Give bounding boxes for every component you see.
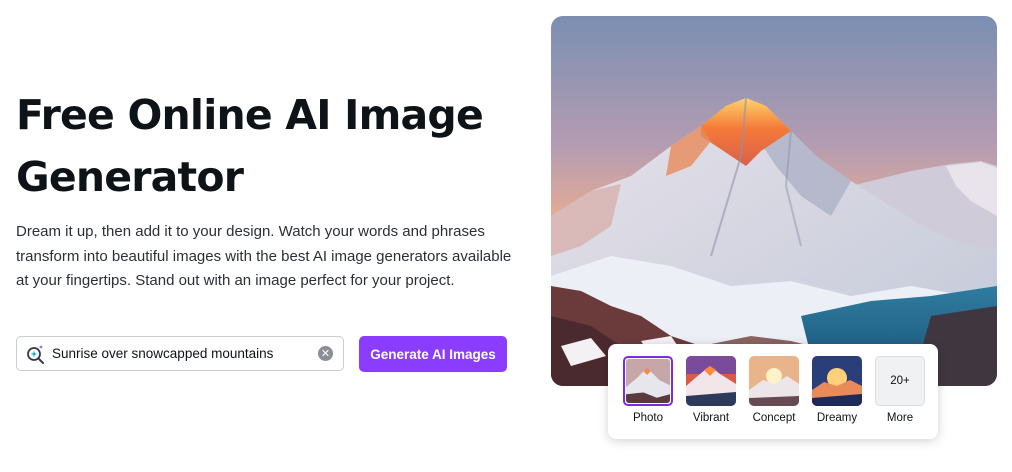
style-label-more: More [886, 412, 914, 424]
style-option-vibrant[interactable]: Vibrant [684, 356, 738, 424]
vibrant-style-thumbnail [686, 356, 736, 406]
magic-search-icon [27, 344, 44, 364]
style-option-more[interactable]: 20+ More [873, 356, 927, 424]
style-label-dreamy: Dreamy [816, 412, 858, 424]
style-label-concept: Concept [752, 412, 796, 424]
concept-style-thumbnail [749, 356, 799, 406]
hero-mountain-image [551, 16, 997, 386]
generate-ai-images-button[interactable]: Generate AI Images [359, 336, 507, 372]
prompt-input[interactable] [52, 346, 318, 361]
more-styles-count: 20+ [875, 356, 925, 406]
dreamy-style-thumbnail [812, 356, 862, 406]
style-option-dreamy[interactable]: Dreamy [810, 356, 864, 424]
clear-circle-icon[interactable]: ✕ [318, 346, 333, 361]
hero-description: Dream it up, then add it to your design.… [16, 223, 512, 289]
style-picker: Photo Vibrant Concept Dreamy 20+ More [608, 344, 938, 439]
style-option-photo[interactable]: Photo [621, 356, 675, 424]
page-title: Free Online AI Image Generator [16, 91, 484, 201]
style-option-concept[interactable]: Concept [747, 356, 801, 424]
style-label-vibrant: Vibrant [692, 412, 730, 424]
prompt-search-box[interactable]: ✕ [16, 336, 344, 371]
photo-style-thumbnail [623, 356, 673, 406]
style-label-photo: Photo [632, 412, 664, 424]
